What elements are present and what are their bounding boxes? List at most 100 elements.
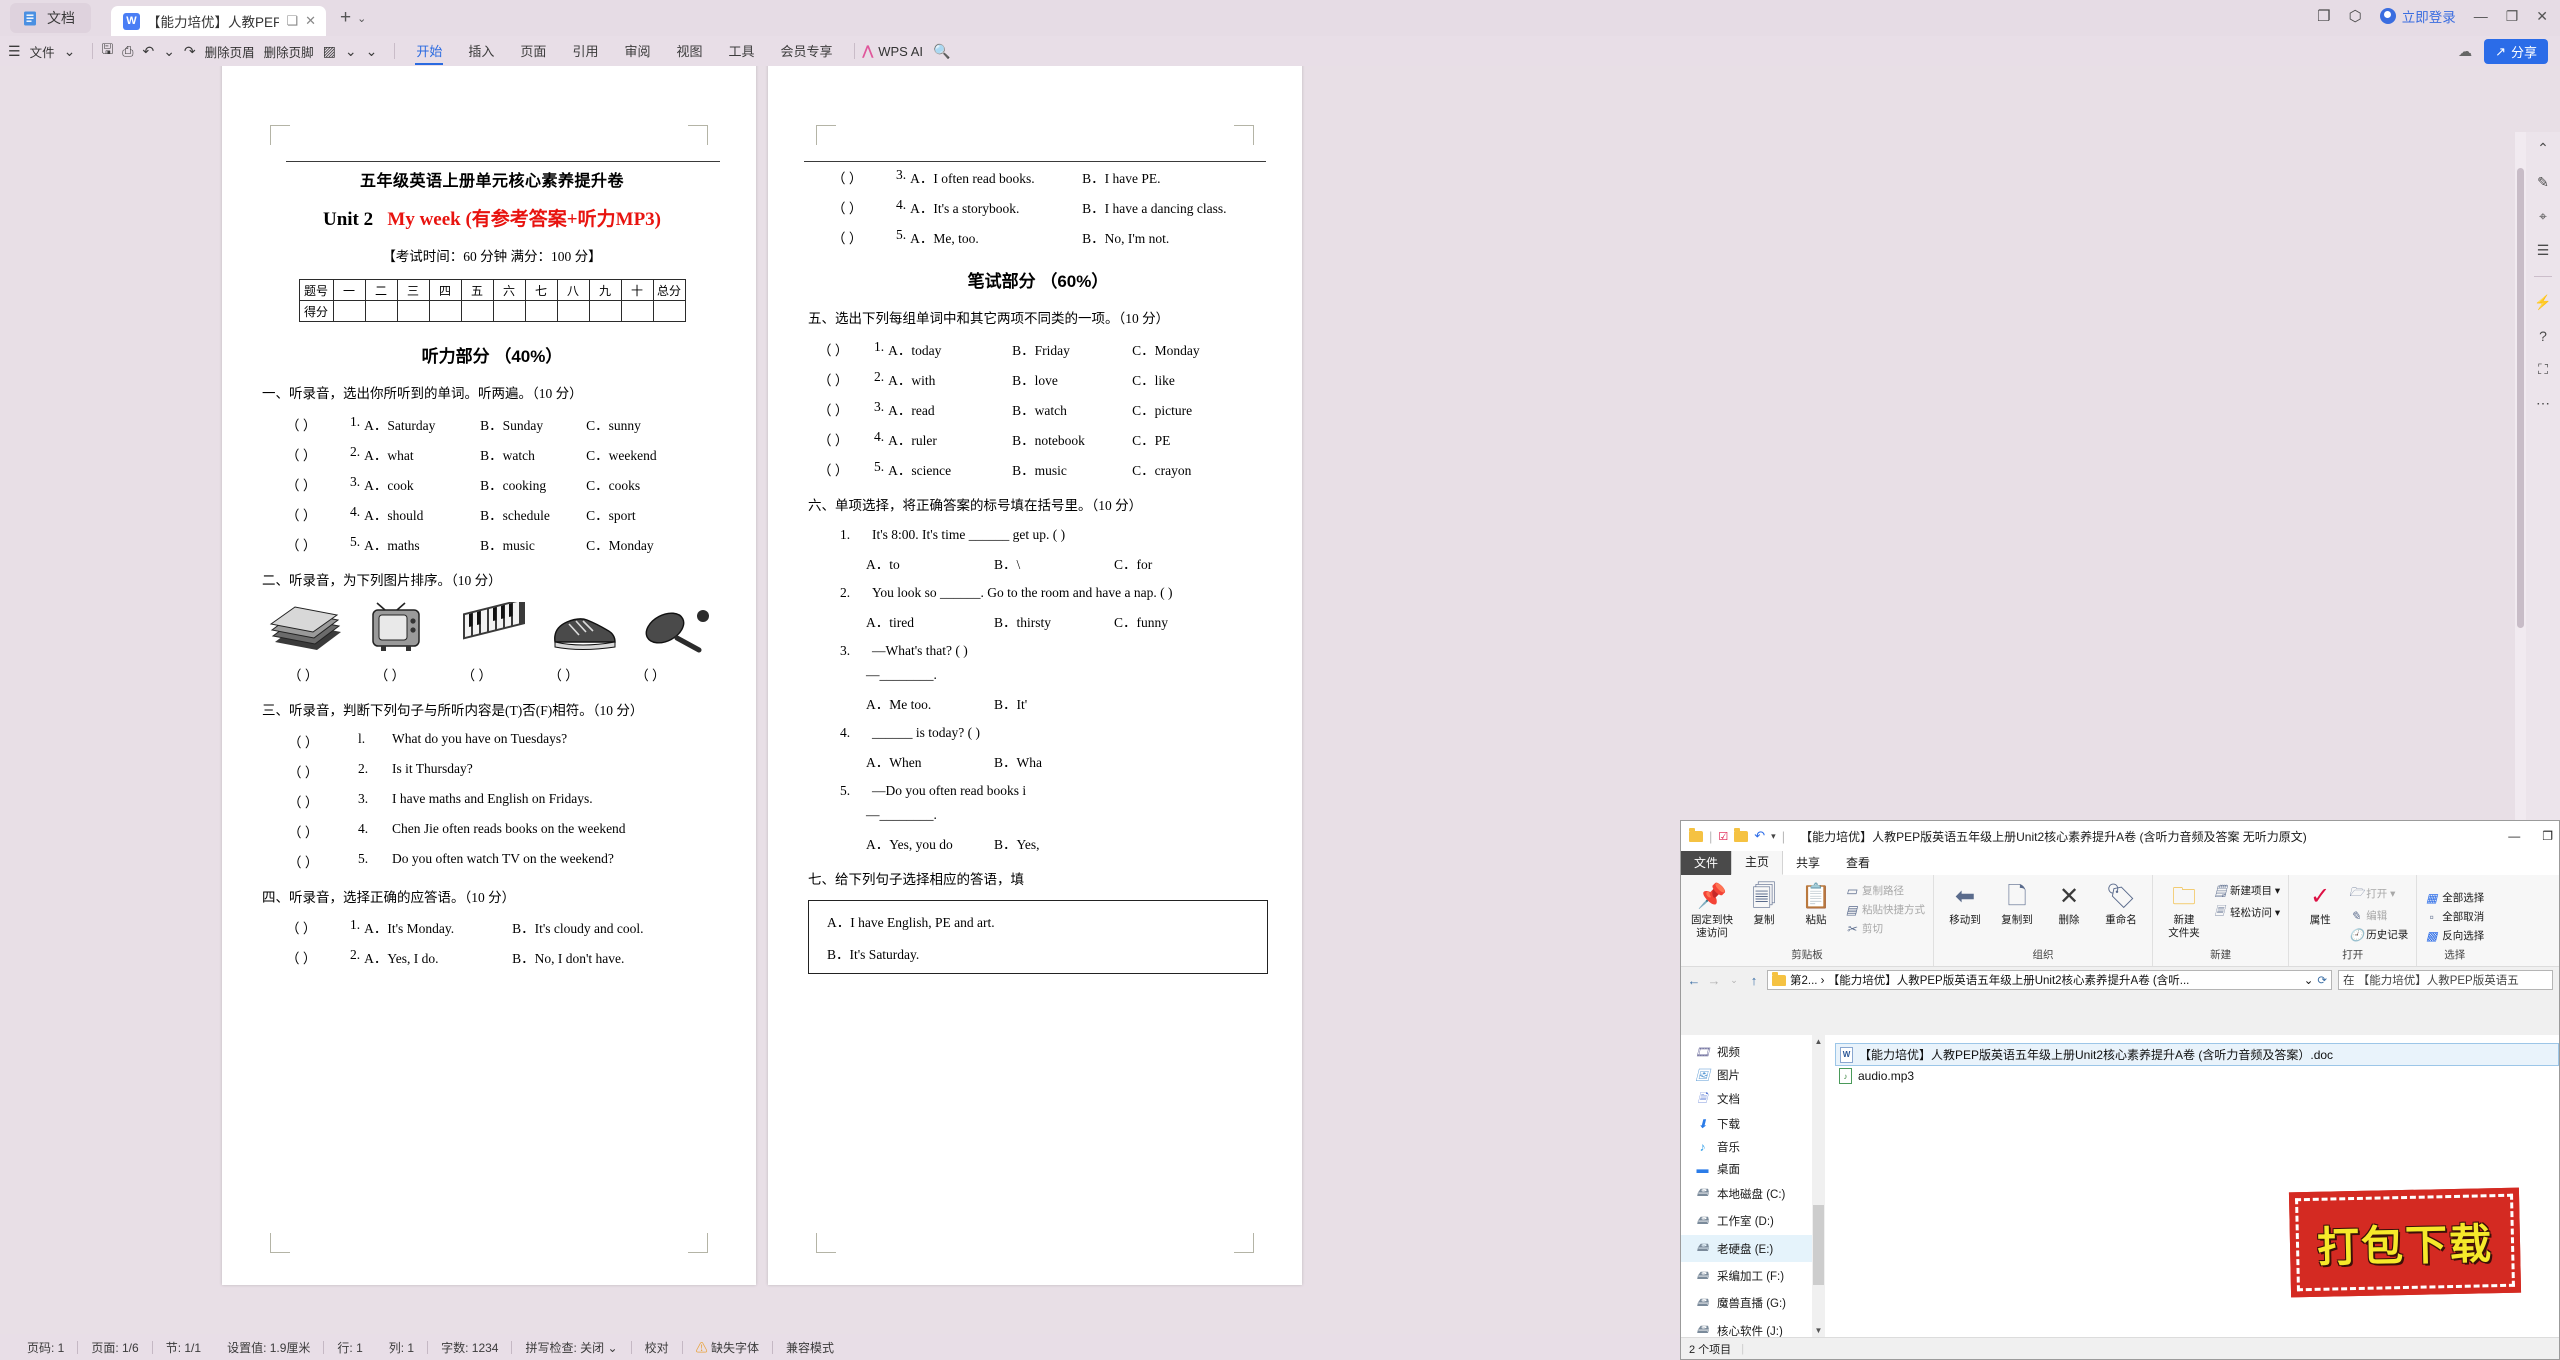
answer-blank[interactable]: （ ） (286, 444, 350, 464)
sidebar-item-music[interactable]: ♪ 音乐 (1681, 1136, 1825, 1158)
status-page-count[interactable]: 页面: 1/6 (78, 1339, 151, 1356)
edit-button[interactable]: ✎ 编辑 (2349, 908, 2408, 923)
sidebar-item-drive-j[interactable]: 🖴 核心软件 (J:) (1681, 1317, 1825, 1337)
paste-shortcut-button[interactable]: ▤ 粘贴快捷方式 (1845, 902, 1925, 917)
list-item[interactable]: ♪ audio.mp3 (1835, 1066, 2559, 1086)
recent-locations-icon[interactable]: ⌄ (1727, 975, 1741, 986)
redo-icon[interactable]: ↷ (184, 43, 196, 60)
score-value-cell[interactable] (620, 300, 654, 322)
hatch-pattern-icon[interactable]: ▨ (323, 43, 336, 60)
answer-blank[interactable]: （ ） (818, 399, 874, 419)
lightning-icon[interactable]: ⚡ (2534, 294, 2551, 311)
tab-member[interactable]: 会员专享 (768, 38, 846, 64)
cut-button[interactable]: ✂ 剪切 (1845, 921, 1925, 936)
print-icon[interactable]: ⎙ (122, 43, 133, 60)
up-icon[interactable]: ↑ (1747, 973, 1761, 988)
file-menu-label[interactable]: 文件 (30, 42, 55, 61)
copy-to-button[interactable]: 🗋 复制到 (1994, 880, 2040, 927)
close-window-button[interactable]: ✕ (2536, 8, 2548, 25)
order-blank[interactable]: （ ） (462, 664, 549, 684)
score-value-cell[interactable] (332, 300, 366, 322)
sidebar-item-drive-c[interactable]: 🖴 本地磁盘 (C:) (1681, 1180, 1825, 1207)
score-value-cell[interactable] (588, 300, 622, 322)
order-blank[interactable]: （ ） (375, 664, 462, 684)
score-value-cell[interactable] (492, 300, 526, 322)
restore-button[interactable]: ❐ (2542, 829, 2553, 843)
answer-blank[interactable]: （ ） (288, 731, 358, 751)
delete-footer-button[interactable]: 删除页脚 (264, 42, 314, 61)
status-page-number[interactable]: 页码: 1 (14, 1339, 77, 1356)
answer-blank[interactable]: （ ） (288, 791, 358, 811)
move-to-button[interactable]: ⬅ 移动到 (1942, 880, 1988, 927)
select-none-button[interactable]: ▫ 全部取消 (2425, 909, 2485, 924)
status-column[interactable]: 列: 1 (376, 1339, 427, 1356)
share-button[interactable]: ↗ 分享 (2484, 39, 2548, 64)
chevron-down-icon[interactable]: ⌄ (608, 1341, 618, 1355)
scroll-up-icon[interactable]: ▲ (1812, 1035, 1825, 1048)
box-icon[interactable]: ⬡ (2349, 7, 2362, 25)
score-value-cell[interactable] (556, 300, 590, 322)
properties-check-icon[interactable]: ☑ (1718, 830, 1728, 843)
score-value-cell[interactable] (428, 300, 462, 322)
hamburger-icon[interactable]: ☰ (8, 43, 21, 60)
sidebar-item-desktop[interactable]: ▬ 桌面 (1681, 1158, 1825, 1180)
scrollbar-thumb[interactable] (2517, 168, 2524, 628)
answer-blank[interactable]: （ ） (832, 197, 896, 217)
search-icon[interactable]: 🔍 (933, 43, 950, 60)
score-value-cell[interactable] (524, 300, 558, 322)
answer-blank[interactable]: （ ） (286, 474, 350, 494)
answer-blank[interactable]: （ ） (288, 761, 358, 781)
chevron-down-icon[interactable]: ⌄ (163, 43, 175, 60)
answer-blank[interactable]: （ ） (286, 947, 350, 967)
delete-button[interactable]: ✕ 删除 (2046, 880, 2092, 927)
scroll-down-icon[interactable]: ▼ (1812, 1324, 1825, 1337)
crop-icon[interactable]: ⛶ (2538, 361, 2548, 378)
status-section[interactable]: 节: 1/1 (153, 1339, 214, 1356)
undo-icon[interactable]: ↶ (1754, 828, 1765, 844)
answer-blank[interactable]: （ ） (286, 414, 350, 434)
login-button[interactable]: 立即登录 (2379, 6, 2456, 26)
new-folder-icon[interactable] (1734, 827, 1749, 842)
order-blank[interactable]: （ ） (548, 664, 635, 684)
answer-blank[interactable]: （ ） (288, 821, 358, 841)
chevron-down-icon[interactable]: ⌄ (2304, 973, 2314, 987)
pen-icon[interactable]: ✎ (2537, 174, 2549, 191)
undo-icon[interactable]: ↶ (142, 43, 154, 60)
copy-window-icon[interactable]: ❐ (2317, 7, 2330, 25)
chevron-down-icon[interactable]: ⌄ (64, 43, 76, 60)
address-input[interactable]: 第2... › 【能力培优】人教PEP版英语五年级上册Unit2核心素养提升A卷… (1767, 970, 2332, 990)
open-button[interactable]: 🗁 打开 ▾ (2349, 883, 2408, 904)
list-item[interactable]: W 【能力培优】人教PEP版英语五年级上册Unit2核心素养提升A卷 (含听力音… (1835, 1043, 2559, 1066)
score-value-cell[interactable] (652, 300, 686, 322)
new-tab-button[interactable]: + ⌄ (340, 7, 366, 29)
cloud-upload-icon[interactable]: ☁ (2458, 43, 2472, 60)
search-input[interactable]: 在 【能力培优】人教PEP版英语五 (2338, 970, 2553, 990)
score-value-cell[interactable] (364, 300, 398, 322)
status-setting-value[interactable]: 设置值: 1.9厘米 (214, 1339, 323, 1356)
rename-button[interactable]: 🏷 重命名 (2098, 880, 2144, 927)
paste-button[interactable]: 📋 粘贴 (1793, 880, 1839, 927)
answer-blank[interactable]: （ ） (818, 429, 874, 449)
scrollbar-thumb[interactable] (1813, 1205, 1824, 1285)
minimize-button[interactable]: — (2474, 8, 2488, 24)
more-icon[interactable]: ⋯ (2536, 395, 2550, 412)
status-compat-mode[interactable]: 兼容模式 (773, 1339, 847, 1356)
score-value-cell[interactable] (396, 300, 430, 322)
tab-reference[interactable]: 引用 (559, 38, 611, 64)
wps-ai-button[interactable]: ⋀ WPS AI (863, 43, 923, 59)
list-icon[interactable]: ☰ (2537, 242, 2550, 259)
chevron-down-icon[interactable]: ⌄ (366, 43, 378, 60)
chevron-down-icon[interactable]: ⌄ (357, 12, 366, 25)
tab-start[interactable]: 开始 (403, 38, 455, 65)
status-missing-font[interactable]: ⚠ 缺失字体 (683, 1339, 772, 1356)
minimize-button[interactable]: — (2508, 829, 2520, 843)
copy-path-button[interactable]: ▭ 复制路径 (1845, 883, 1925, 898)
new-folder-button[interactable]: 🗀 新建 文件夹 (2161, 880, 2207, 940)
navpane-scrollbar[interactable]: ▲ ▼ (1812, 1035, 1825, 1337)
sidebar-item-documents[interactable]: 🗎 文档 (1681, 1086, 1825, 1113)
tab-view[interactable]: 视图 (663, 38, 715, 64)
new-item-button[interactable]: 🗒 新建项目 ▾ (2213, 883, 2280, 898)
collapse-icon[interactable]: ⌃ (2537, 140, 2549, 157)
maximize-button[interactable]: ❐ (2506, 8, 2519, 25)
refresh-icon[interactable]: ⟳ (2317, 973, 2327, 987)
